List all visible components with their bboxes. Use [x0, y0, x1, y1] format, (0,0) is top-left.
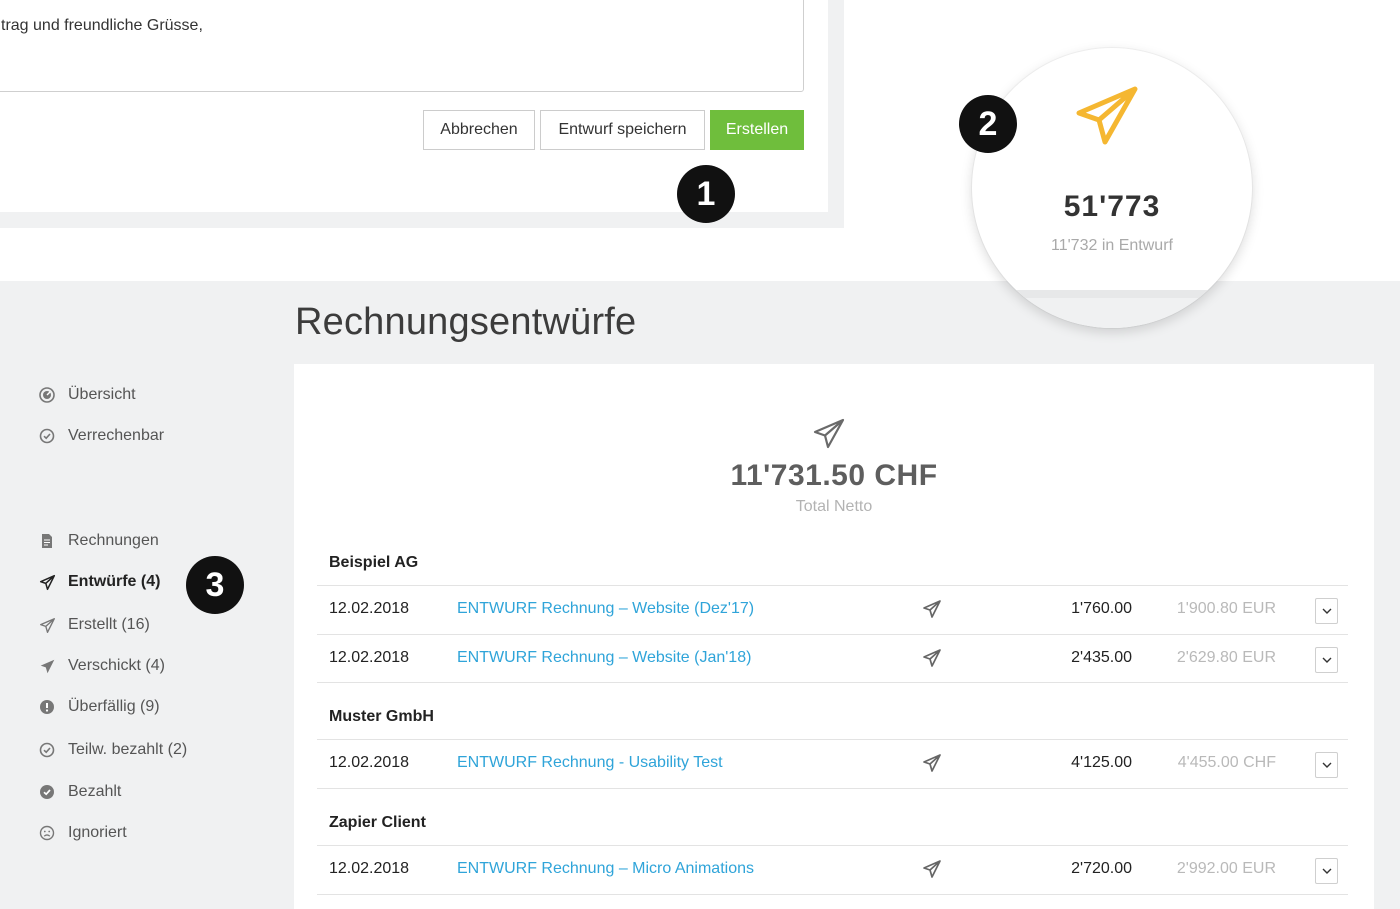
- paper-plane-icon: [813, 418, 845, 449]
- send-icon[interactable]: [922, 599, 942, 619]
- paper-plane-icon: [1076, 86, 1138, 145]
- row-amount: 4'125.00: [1071, 754, 1132, 771]
- row-amount: 2'435.00: [1071, 649, 1132, 666]
- callout-badge-2: 2: [959, 95, 1017, 153]
- sidebar-item-rechnungen[interactable]: Rechnungen: [38, 530, 159, 552]
- sidebar-item-verrechenbar[interactable]: Verrechenbar: [38, 425, 164, 447]
- divider: [317, 894, 1348, 895]
- table-row: 12.02.2018 ENTWURF Rechnung – Website (J…: [317, 635, 1348, 683]
- sidebar-item-label: Bezahlt: [68, 783, 122, 800]
- row-date: 12.02.2018: [329, 649, 410, 666]
- stat-value: 51'773: [1063, 190, 1161, 223]
- check-circle-filled-icon: [38, 783, 56, 801]
- total-label: Total Netto: [795, 498, 873, 515]
- row-date: 12.02.2018: [329, 754, 410, 771]
- row-amount-currency: 4'455.00 CHF: [1177, 754, 1276, 771]
- callout-badge-1: 1: [677, 165, 735, 223]
- check-circle-icon: [38, 427, 56, 445]
- message-text: trag und freundliche Grüsse,: [1, 17, 203, 34]
- message-textarea[interactable]: trag und freundliche Grüsse,: [0, 0, 804, 92]
- page-title: Rechnungsentwürfe: [295, 301, 637, 343]
- cancel-button[interactable]: Abbrechen: [423, 110, 535, 150]
- row-date: 12.02.2018: [329, 860, 410, 877]
- callout-badge-3: 3: [186, 556, 244, 614]
- sidebar-item-ueberfaellig[interactable]: Überfällig (9): [38, 696, 160, 718]
- client-name: Beispiel AG: [329, 554, 419, 571]
- row-amount: 2'720.00: [1071, 860, 1132, 877]
- sidebar-item-label: Verrechenbar: [68, 427, 165, 444]
- row-actions-dropdown[interactable]: [1315, 598, 1338, 624]
- paper-plane-filled-icon: [38, 657, 56, 675]
- total-amount: 11'731.50 CHF: [730, 459, 938, 492]
- send-icon[interactable]: [922, 753, 942, 773]
- sidebar-item-entwuerfe[interactable]: Entwürfe (4): [38, 571, 160, 593]
- chevron-down-icon: [1322, 762, 1331, 768]
- create-button[interactable]: Erstellen: [710, 110, 804, 150]
- sidebar-item-uebersicht[interactable]: Übersicht: [38, 384, 136, 406]
- paper-plane-outline-icon: [38, 573, 56, 591]
- client-name: Muster GmbH: [329, 708, 434, 725]
- sidebar-item-verschickt[interactable]: Verschickt (4): [38, 655, 165, 677]
- row-amount: 1'760.00: [1071, 600, 1132, 617]
- magnifier-gap: [972, 290, 1252, 298]
- table-row: 12.02.2018 ENTWURF Rechnung - Usability …: [317, 740, 1348, 788]
- row-actions-dropdown[interactable]: [1315, 858, 1338, 884]
- check-circle-outline-icon: [38, 741, 56, 759]
- sidebar-item-erstellt[interactable]: Erstellt (16): [38, 614, 150, 636]
- sidebar-item-label: Erstellt (16): [68, 616, 150, 633]
- invoice-link[interactable]: ENTWURF Rechnung - Usability Test: [457, 754, 723, 772]
- send-icon[interactable]: [922, 648, 942, 668]
- sidebar-item-label: Verschickt (4): [68, 657, 165, 674]
- divider: [317, 682, 1348, 683]
- invoice-link[interactable]: ENTWURF Rechnung – Micro Animations: [457, 860, 754, 878]
- row-amount-currency: 2'629.80 EUR: [1176, 649, 1276, 666]
- sidebar-item-label: Überfällig (9): [68, 698, 160, 715]
- dashboard-icon: [38, 386, 56, 404]
- chevron-down-icon: [1322, 868, 1331, 874]
- drafts-card: 11'731.50 CHF Total Netto Beispiel AG 12…: [294, 364, 1374, 909]
- invoice-link[interactable]: ENTWURF Rechnung – Website (Jan'18): [457, 649, 751, 667]
- row-amount-currency: 1'900.80 EUR: [1176, 600, 1276, 617]
- sidebar-item-label: Entwürfe (4): [68, 573, 161, 590]
- document-icon: [38, 532, 56, 550]
- chevron-down-icon: [1322, 608, 1331, 614]
- invoice-link[interactable]: ENTWURF Rechnung – Website (Dez'17): [457, 600, 754, 618]
- stat-subtitle: 11'732 in Entwurf: [1051, 237, 1173, 254]
- client-name: Zapier Client: [329, 814, 426, 831]
- send-icon[interactable]: [922, 859, 942, 879]
- paper-plane-outline-icon: [38, 616, 56, 634]
- sidebar-item-ignoriert[interactable]: Ignoriert: [38, 822, 127, 844]
- drafts-stat-magnifier: 51'773 11'732 in Entwurf: [972, 48, 1252, 328]
- sidebar-item-label: Ignoriert: [68, 824, 127, 841]
- sad-face-icon: [38, 824, 56, 842]
- sidebar-item-bezahlt[interactable]: Bezahlt: [38, 781, 121, 803]
- table-row: 12.02.2018 ENTWURF Rechnung – Website (D…: [317, 586, 1348, 634]
- row-actions-dropdown[interactable]: [1315, 752, 1338, 778]
- sidebar-item-label: Rechnungen: [68, 532, 159, 549]
- divider: [317, 788, 1348, 789]
- sidebar-item-label: Teilw. bezahlt (2): [68, 741, 188, 758]
- sidebar-item-teilw-bezahlt[interactable]: Teilw. bezahlt (2): [38, 739, 187, 761]
- table-row: 12.02.2018 ENTWURF Rechnung – Micro Anim…: [317, 846, 1348, 894]
- save-draft-button[interactable]: Entwurf speichern: [540, 110, 705, 150]
- exclamation-circle-icon: [38, 698, 56, 716]
- row-actions-dropdown[interactable]: [1315, 647, 1338, 673]
- row-amount-currency: 2'992.00 EUR: [1176, 860, 1276, 877]
- row-date: 12.02.2018: [329, 600, 410, 617]
- chevron-down-icon: [1322, 657, 1331, 663]
- sidebar-item-label: Übersicht: [68, 386, 136, 403]
